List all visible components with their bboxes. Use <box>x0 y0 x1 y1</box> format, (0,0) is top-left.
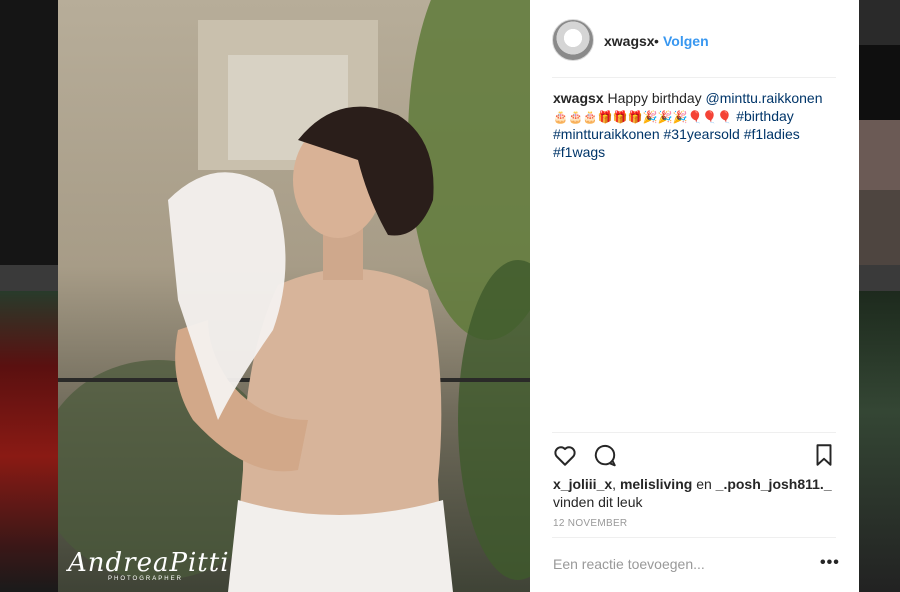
post-actions <box>552 442 837 468</box>
bride-photo-illustration <box>58 0 530 592</box>
photographer-watermark: AndreaPitti PHOTOGRAPHER <box>68 550 230 582</box>
follow-button[interactable]: Volgen <box>663 33 709 49</box>
heart-icon[interactable] <box>552 442 578 468</box>
post-photo[interactable]: AndreaPitti PHOTOGRAPHER <box>58 0 530 592</box>
watermark-name: AndreaPitti <box>68 548 230 578</box>
comment-bubble-icon[interactable] <box>592 442 618 468</box>
post-details-panel: xwagsx • Volgen xwagsx Happy birthday @m… <box>530 0 859 592</box>
like-user[interactable]: x_joliii_x <box>553 476 612 492</box>
add-comment-input[interactable]: Een reactie toevoegen... <box>553 556 705 572</box>
background-thumbnail[interactable] <box>859 0 900 45</box>
background-thumbnails-left <box>0 0 58 592</box>
hashtag-link[interactable]: #mintturaikkonen <box>553 126 660 142</box>
background-thumbnail[interactable] <box>859 190 900 265</box>
hashtag-link[interactable]: #31yearsold <box>664 126 740 142</box>
background-thumbnail[interactable] <box>859 45 900 120</box>
header-divider <box>552 77 836 78</box>
like-user[interactable]: melisliving <box>620 476 692 492</box>
likes-comma: , <box>612 476 617 492</box>
background-thumbnails-right <box>859 0 900 592</box>
avatar[interactable] <box>552 19 594 61</box>
background-thumbnail[interactable] <box>859 291 900 592</box>
hashtag-link[interactable]: #birthday <box>736 108 794 124</box>
comment-divider <box>552 537 836 538</box>
post-date[interactable]: 12 NOVEMBER <box>553 518 627 529</box>
post-caption: xwagsx Happy birthday @minttu.raikkonen … <box>553 90 836 161</box>
caption-emojis: 🎂🎂🎂🎁🎁🎁🎉🎉🎉🎈🎈🎈 <box>553 109 733 124</box>
actions-divider <box>552 432 836 433</box>
likes-and: en <box>696 476 712 492</box>
likes-summary: x_joliii_x, melisliving en _.posh_josh81… <box>553 476 836 511</box>
likes-suffix: vinden dit leuk <box>553 493 643 510</box>
background-thumbnail[interactable] <box>859 120 900 190</box>
background-thumbnail[interactable] <box>0 291 58 592</box>
caption-text: Happy birthday <box>607 90 702 106</box>
hashtag-link[interactable]: #f1wags <box>553 144 605 160</box>
bookmark-icon[interactable] <box>811 442 837 468</box>
background-divider <box>859 265 900 291</box>
hashtag-link[interactable]: #f1ladies <box>744 126 800 142</box>
background-divider <box>0 265 58 291</box>
post-author-username[interactable]: xwagsx <box>604 33 655 49</box>
mention-link[interactable]: @minttu.raikkonen <box>706 90 823 106</box>
like-user[interactable]: _.posh_josh811._ <box>716 476 832 492</box>
caption-username[interactable]: xwagsx <box>553 90 604 106</box>
post-header: xwagsx • Volgen <box>530 0 859 78</box>
more-options-button[interactable]: ••• <box>820 554 840 572</box>
separator-dot: • <box>654 33 659 49</box>
